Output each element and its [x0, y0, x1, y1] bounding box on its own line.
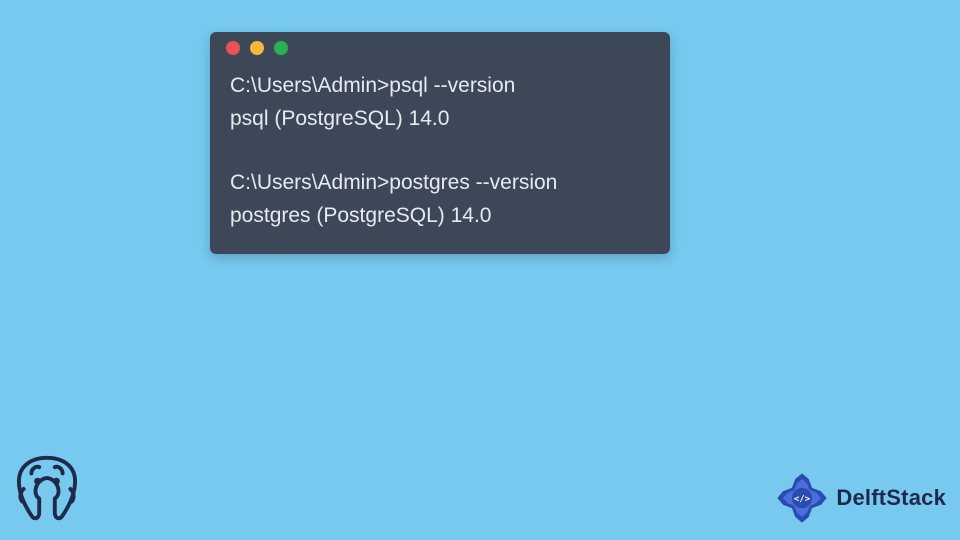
terminal-line: postgres (PostgreSQL) 14.0	[230, 200, 650, 233]
delftstack-logo-icon: </>	[774, 470, 830, 526]
svg-text:</>: </>	[794, 494, 810, 504]
terminal-line: C:\Users\Admin>psql --version	[230, 70, 650, 103]
postgresql-logo-icon	[8, 450, 86, 528]
terminal-blank-line	[230, 135, 650, 167]
delftstack-brand: </> DelftStack	[774, 470, 946, 526]
terminal-window: C:\Users\Admin>psql --version psql (Post…	[210, 32, 670, 254]
terminal-output: C:\Users\Admin>psql --version psql (Post…	[210, 64, 670, 254]
minimize-icon[interactable]	[250, 41, 264, 55]
terminal-line: C:\Users\Admin>postgres --version	[230, 167, 650, 200]
maximize-icon[interactable]	[274, 41, 288, 55]
close-icon[interactable]	[226, 41, 240, 55]
window-titlebar	[210, 32, 670, 64]
delftstack-label: DelftStack	[836, 485, 946, 511]
terminal-line: psql (PostgreSQL) 14.0	[230, 103, 650, 136]
